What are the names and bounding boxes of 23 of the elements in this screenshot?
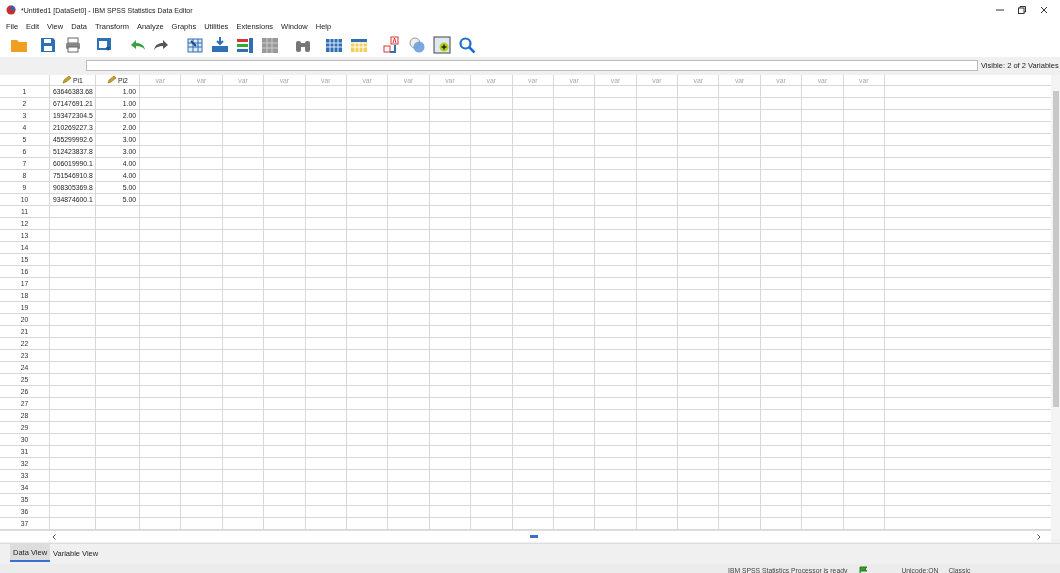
download-table-icon[interactable] [211,36,229,54]
minimize-icon[interactable] [996,6,1004,14]
close-icon[interactable] [1040,6,1048,14]
restore-icon[interactable] [1018,6,1026,14]
grid-icon[interactable] [261,36,279,54]
table-icon[interactable] [350,36,368,54]
image-icon[interactable] [433,36,451,54]
list-icon[interactable] [236,36,254,54]
app-logo-icon [6,5,16,15]
table-icon[interactable] [325,36,343,54]
pencil-icon [107,76,117,84]
pencil-icon [62,76,72,84]
circles-icon[interactable] [408,36,426,54]
scroll-left-icon[interactable] [52,533,56,540]
search-icon[interactable] [458,36,476,54]
value-labels-icon[interactable] [383,36,401,54]
printer-icon[interactable] [64,36,82,54]
cell-editor-field[interactable] [86,59,978,71]
horizontal-scrollbar[interactable] [0,530,1051,542]
table-arrow-icon[interactable] [186,36,204,54]
scroll-right-icon[interactable] [1037,533,1041,540]
vertical-scrollbar[interactable] [1051,75,1060,539]
flag-icon [859,565,869,573]
